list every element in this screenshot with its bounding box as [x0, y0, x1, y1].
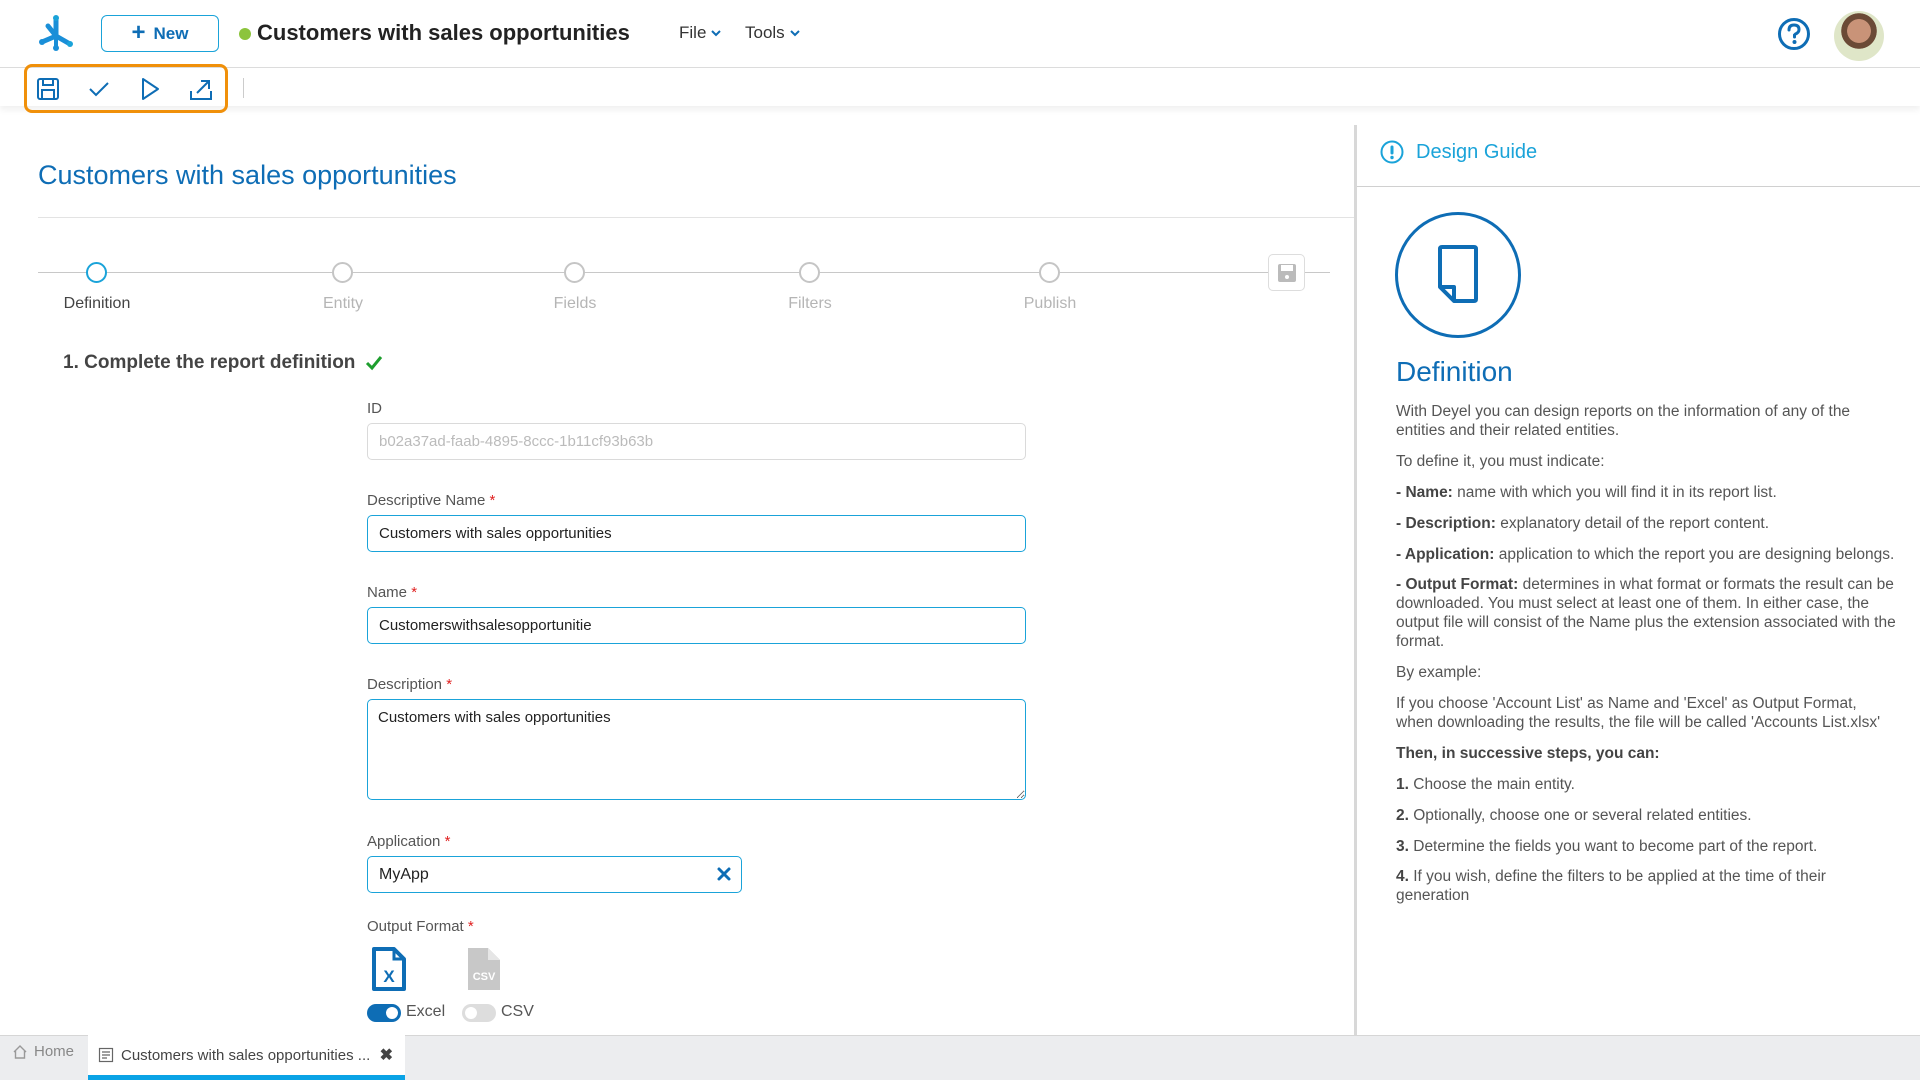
new-button[interactable]: + New — [101, 15, 219, 52]
guide-body: With Deyel you can design reports on the… — [1396, 403, 1896, 918]
guide-step: 4. If you wish, define the filters to be… — [1396, 868, 1826, 905]
description-label: Description * — [367, 676, 453, 693]
guide-item: - Application: application to which the … — [1396, 545, 1895, 563]
stepper-save-button[interactable] — [1268, 254, 1305, 291]
guide-item: - Output Format: determines in what form… — [1396, 576, 1896, 651]
tab-current-report-label: Customers with sales opportunities ... — [121, 1046, 371, 1064]
save-icon — [1277, 263, 1296, 282]
menu-tools[interactable]: Tools — [745, 23, 801, 43]
output-format-label: Output Format * — [367, 918, 474, 935]
step-definition-circle[interactable] — [86, 262, 107, 283]
info-alert-icon — [1380, 140, 1404, 164]
tab-home-label: Home — [34, 1043, 75, 1060]
chevron-down-icon — [789, 30, 800, 37]
home-icon — [13, 1044, 27, 1059]
title-divider — [38, 217, 1356, 218]
section-heading-text: 1. Complete the report definition — [63, 352, 356, 373]
svg-text:X: X — [383, 967, 395, 986]
descriptive-name-label: Descriptive Name * — [367, 492, 496, 509]
description-field[interactable]: Customers with sales opportunities — [367, 699, 1026, 800]
application-label: Application * — [367, 833, 451, 850]
status-indicator — [239, 28, 251, 40]
excel-toggle[interactable] — [367, 1004, 401, 1022]
play-icon[interactable] — [137, 76, 163, 102]
check-icon — [366, 356, 383, 371]
descriptive-name-field[interactable] — [367, 515, 1026, 552]
close-tab-icon[interactable]: ✖ — [380, 1045, 393, 1065]
deyel-logo-icon[interactable] — [36, 14, 76, 52]
step-filters-label[interactable]: Filters — [788, 295, 832, 313]
step-entity-label[interactable]: Entity — [323, 295, 363, 313]
plus-icon: + — [131, 18, 146, 46]
step-publish-label[interactable]: Publish — [1024, 295, 1076, 313]
guide-step: 2. Optionally, choose one or several rel… — [1396, 806, 1752, 824]
design-guide-header: Design Guide — [1380, 140, 1537, 164]
page-title: Customers with sales opportunities — [38, 160, 457, 190]
name-label: Name * — [367, 584, 418, 601]
report-icon — [98, 1047, 114, 1063]
menu-file[interactable]: File — [679, 23, 722, 43]
guide-example-label: By example: — [1396, 664, 1482, 682]
section-heading: 1. Complete the report definition — [63, 352, 383, 374]
menu-tools-label: Tools — [745, 23, 785, 42]
csv-toggle[interactable] — [462, 1004, 496, 1022]
step-fields-label[interactable]: Fields — [554, 295, 597, 313]
guide-step: 1. Choose the main entity. — [1396, 775, 1575, 793]
clear-icon[interactable] — [714, 864, 734, 884]
step-filters-circle[interactable] — [799, 262, 820, 283]
document-icon — [1438, 245, 1478, 303]
guide-step: 3. Determine the fields you want to beco… — [1396, 837, 1818, 855]
check-icon[interactable] — [86, 76, 112, 102]
svg-text:CSV: CSV — [473, 971, 496, 983]
guide-steps-heading: Then, in successive steps, you can: — [1396, 744, 1660, 762]
guide-divider — [1357, 186, 1920, 187]
export-icon[interactable] — [188, 76, 214, 102]
step-definition-label[interactable]: Definition — [64, 295, 131, 313]
new-button-label: New — [153, 23, 189, 43]
document-title: Customers with sales opportunities — [257, 20, 630, 45]
guide-example-text: If you choose 'Account List' as Name and… — [1396, 694, 1881, 731]
step-fields-circle[interactable] — [564, 262, 585, 283]
id-label: ID — [367, 400, 382, 417]
csv-file-icon[interactable]: CSV — [466, 946, 502, 992]
csv-toggle-label: CSV — [501, 1003, 534, 1020]
tab-home[interactable]: Home — [12, 1043, 74, 1060]
tab-current-report[interactable]: Customers with sales opportunities ... ✖ — [88, 1035, 405, 1080]
save-icon[interactable] — [35, 76, 61, 102]
toolbar — [0, 68, 1920, 106]
design-guide-title: Design Guide — [1416, 140, 1538, 163]
guide-illustration — [1395, 212, 1521, 338]
help-circle-icon[interactable] — [1777, 17, 1811, 51]
guide-section-title: Definition — [1396, 356, 1513, 387]
id-field — [367, 423, 1026, 460]
guide-item: - Description: explanatory detail of the… — [1396, 514, 1770, 532]
guide-intro: With Deyel you can design reports on the… — [1396, 403, 1851, 439]
toolbar-separator — [243, 78, 244, 98]
step-publish-circle[interactable] — [1039, 262, 1060, 283]
application-field[interactable] — [367, 856, 742, 893]
menu-file-label: File — [679, 23, 707, 42]
guide-indicate: To define it, you must indicate: — [1396, 452, 1605, 470]
guide-item: - Name: name with which you will find it… — [1396, 483, 1777, 501]
excel-toggle-label: Excel — [406, 1003, 446, 1020]
panel-splitter[interactable] — [1354, 125, 1357, 1035]
chevron-down-icon — [711, 30, 722, 37]
user-avatar[interactable] — [1834, 11, 1884, 61]
stepper-track — [38, 272, 1330, 273]
name-field[interactable] — [367, 607, 1026, 644]
excel-file-icon[interactable]: X — [371, 946, 407, 992]
step-entity-circle[interactable] — [332, 262, 353, 283]
